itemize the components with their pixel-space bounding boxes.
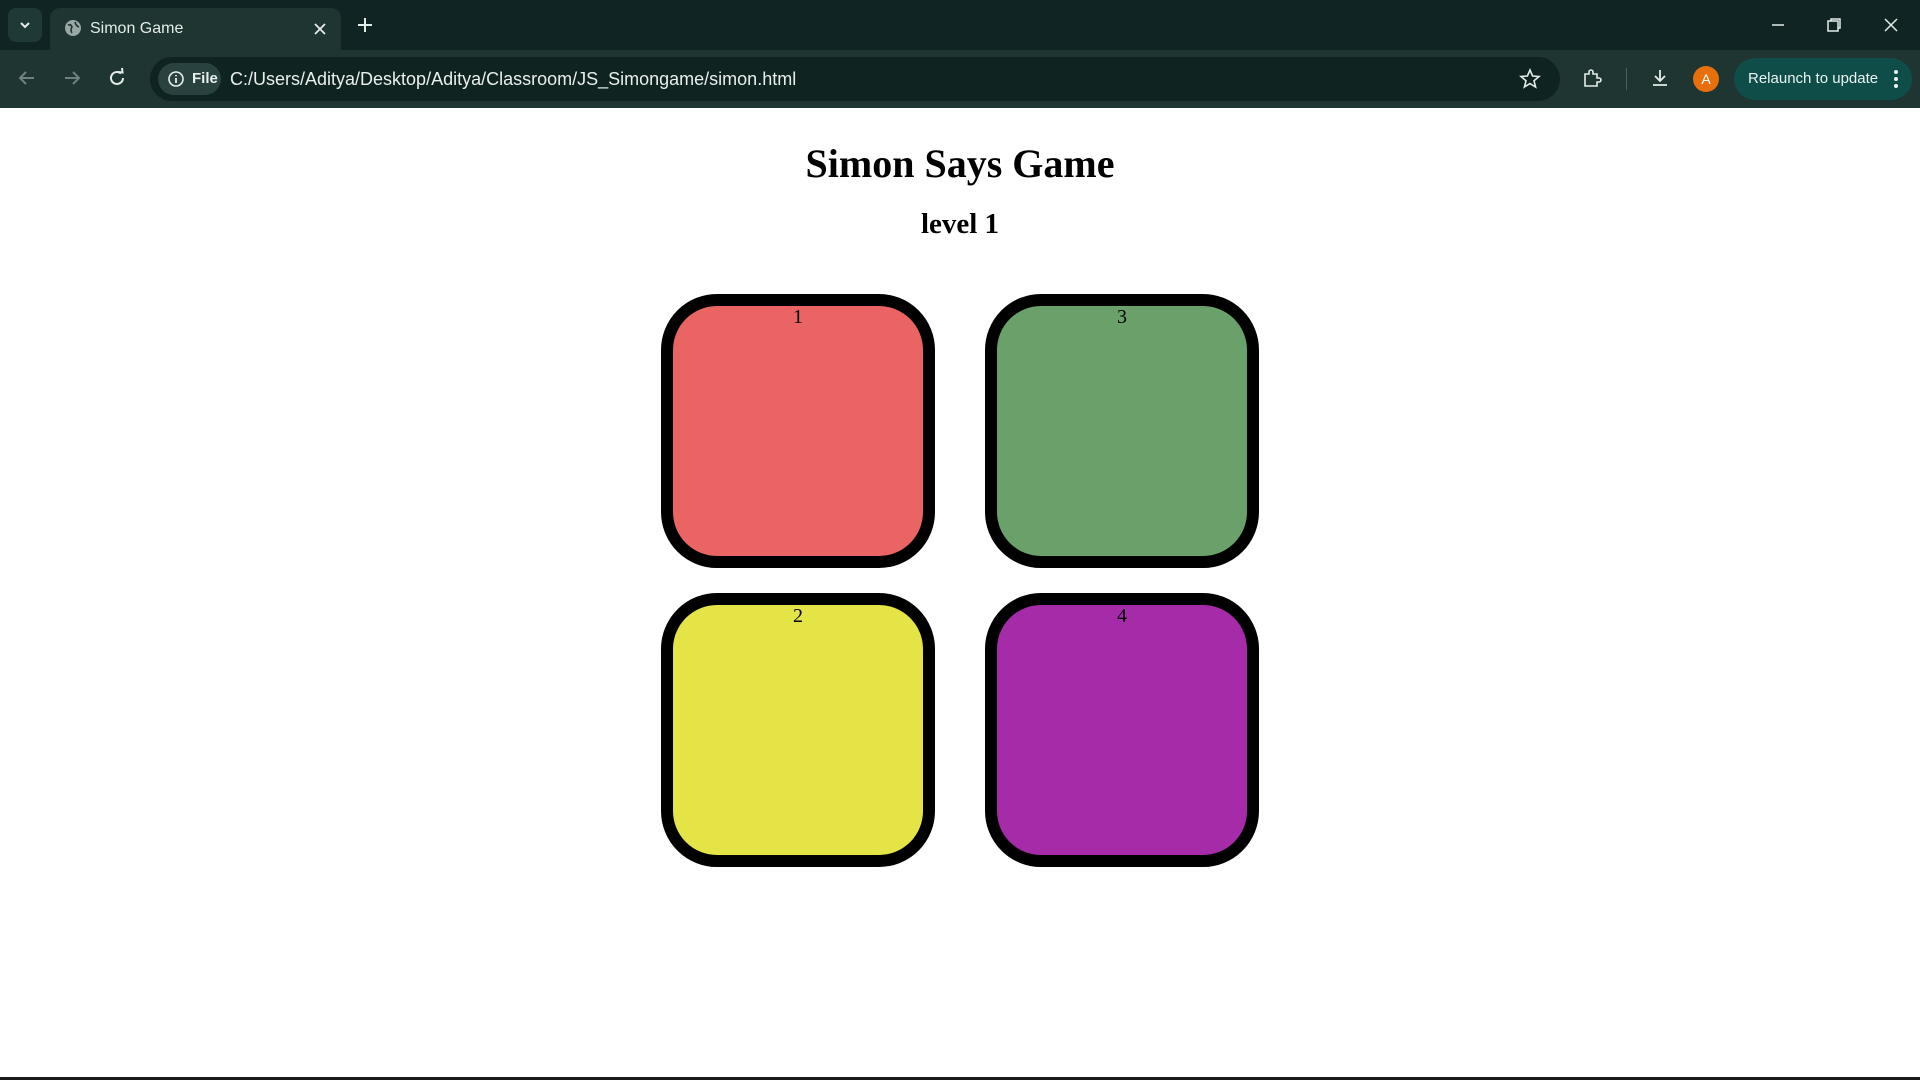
tab-simon-game[interactable]: Simon Game <box>50 8 341 50</box>
level-indicator: level 1 <box>920 208 1000 240</box>
tab-strip: Simon Game <box>0 0 1920 50</box>
close-icon[interactable] <box>310 19 330 39</box>
simon-button-label: 4 <box>1117 605 1127 627</box>
chevron-down-icon <box>20 22 30 29</box>
close-window-icon[interactable] <box>1879 13 1903 37</box>
extensions-icon[interactable] <box>1580 66 1604 90</box>
info-icon <box>168 71 184 87</box>
globe-icon <box>65 20 81 36</box>
simon-button-green[interactable]: 3 <box>985 294 1259 568</box>
simon-button-label: 2 <box>793 605 803 627</box>
minimize-icon[interactable] <box>1766 13 1790 37</box>
reload-icon[interactable] <box>105 66 129 90</box>
back-icon[interactable] <box>15 66 39 90</box>
browser-toolbar: File C:/Users/Aditya/Desktop/Aditya/Clas… <box>0 50 1920 108</box>
simon-button-label: 1 <box>793 306 803 328</box>
simon-button-purple[interactable]: 4 <box>985 593 1259 867</box>
more-vert-icon[interactable] <box>1886 67 1906 91</box>
relaunch-label: Relaunch to update <box>1748 70 1879 87</box>
simon-button-label: 3 <box>1117 306 1127 328</box>
profile-avatar[interactable]: A <box>1693 66 1719 92</box>
bookmark-star-icon[interactable] <box>1518 67 1542 91</box>
site-info-chip[interactable]: File <box>158 63 221 95</box>
url-text[interactable]: C:/Users/Aditya/Desktop/Aditya/Classroom… <box>230 69 796 90</box>
download-icon[interactable] <box>1648 66 1672 90</box>
relaunch-button[interactable]: Relaunch to update <box>1734 58 1912 100</box>
address-bar[interactable]: File C:/Users/Aditya/Desktop/Aditya/Clas… <box>150 57 1560 101</box>
new-tab-icon[interactable] <box>354 14 376 36</box>
tab-title: Simon Game <box>90 20 184 37</box>
simon-button-red[interactable]: 1 <box>661 294 935 568</box>
forward-icon[interactable] <box>60 66 84 90</box>
toolbar-divider <box>1626 68 1627 90</box>
page-content: Simon Says Game level 1 1 3 2 4 <box>0 108 1920 1078</box>
page-title: Simon Says Game <box>805 141 1115 186</box>
site-chip-label: File <box>192 70 218 87</box>
tab-search-button[interactable] <box>8 8 42 42</box>
restore-icon[interactable] <box>1822 13 1846 37</box>
simon-button-yellow[interactable]: 2 <box>661 593 935 867</box>
